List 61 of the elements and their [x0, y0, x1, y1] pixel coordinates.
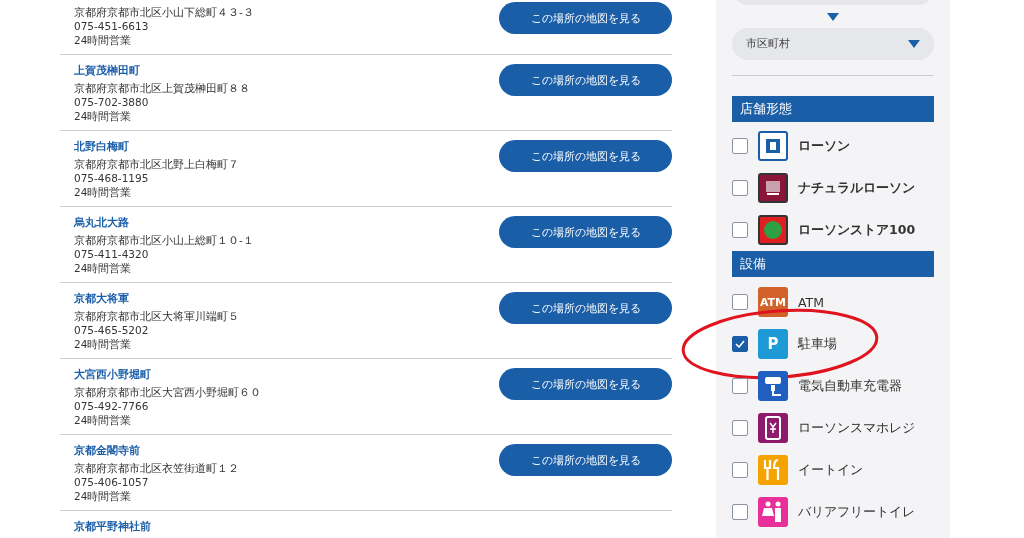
- store-name[interactable]: 京都金閣寺前: [74, 444, 239, 457]
- store-name[interactable]: 北野白梅町: [74, 140, 239, 153]
- map-button[interactable]: この場所の地図を見る: [499, 64, 672, 96]
- caret-icon: [908, 40, 920, 48]
- option-label: ローソンストア100: [798, 221, 916, 239]
- map-button[interactable]: この場所の地図を見る: [499, 292, 672, 324]
- store-name[interactable]: 上賀茂榊田町: [74, 64, 250, 77]
- option-label: ナチュラルローソン: [798, 179, 915, 197]
- store-phone: 075-468-1195: [74, 172, 150, 185]
- store-name[interactable]: 京都平野神社前: [74, 520, 151, 533]
- map-button[interactable]: この場所の地図を見る: [499, 444, 672, 476]
- store-address: 京都府京都市北区衣笠街道町１２: [74, 462, 239, 475]
- store-name[interactable]: 烏丸北大路: [74, 216, 254, 229]
- store-name[interactable]: 京都大将軍: [74, 292, 239, 305]
- down-arrow-icon: [827, 13, 839, 21]
- store-address: 京都府京都市北区小山上総町１０-１: [74, 234, 254, 247]
- checkbox[interactable]: [732, 180, 748, 196]
- store-phone: 075-492-7766: [74, 400, 150, 413]
- store-hours: 24時間営業: [74, 338, 133, 351]
- map-button[interactable]: この場所の地図を見る: [499, 2, 672, 34]
- store-phone: 075-451-6613: [74, 20, 150, 33]
- checkbox[interactable]: [732, 222, 748, 238]
- map-button[interactable]: この場所の地図を見る: [499, 140, 672, 172]
- store-hours: 24時間営業: [74, 110, 133, 123]
- icon-text: ATM: [759, 295, 787, 309]
- store-phone: 075-406-1057: [74, 476, 150, 489]
- option-label: ATM: [798, 294, 824, 310]
- city-select[interactable]: 市区町村: [732, 28, 934, 60]
- store-phone: 075-411-4320: [74, 248, 150, 261]
- store-phone: 075-465-5202: [74, 324, 150, 337]
- store-hours: 24時間営業: [74, 186, 133, 199]
- store-address: 京都府京都市北区大将軍川端町５: [74, 310, 239, 323]
- option-label: 駐車場: [798, 335, 837, 353]
- option-label: ローソン: [798, 137, 850, 155]
- section-header: 設備: [732, 251, 934, 277]
- store-hours: 24時間営業: [74, 414, 133, 427]
- checkbox[interactable]: [732, 504, 748, 520]
- checkbox[interactable]: [732, 336, 748, 352]
- option-label: 電気自動車充電器: [798, 377, 902, 395]
- checkbox[interactable]: [732, 420, 748, 436]
- option-label: ローソンスマホレジ: [798, 419, 915, 437]
- store-phone: 075-702-3880: [74, 96, 150, 109]
- icon-text: P: [767, 335, 779, 353]
- store-name[interactable]: 大宮西小野堀町: [74, 368, 261, 381]
- option-label: イートイン: [798, 461, 863, 479]
- checkbox[interactable]: [732, 462, 748, 478]
- option-label: バリアフリートイレ: [798, 503, 915, 521]
- store-hours: 24時間営業: [74, 34, 133, 47]
- checkbox[interactable]: [732, 138, 748, 154]
- map-button[interactable]: この場所の地図を見る: [499, 216, 672, 248]
- check-icon: [735, 340, 745, 348]
- map-button[interactable]: この場所の地図を見る: [499, 368, 672, 400]
- checkbox[interactable]: [732, 294, 748, 310]
- checkbox[interactable]: [732, 378, 748, 394]
- store-hours: 24時間営業: [74, 262, 133, 275]
- store-address: 京都府京都市北区大宮西小野堀町６０: [74, 386, 261, 399]
- store-hours: 24時間営業: [74, 490, 133, 503]
- store-address: 京都府京都市北区北野上白梅町７: [74, 158, 239, 171]
- section-header: 店舗形態: [732, 96, 934, 122]
- store-address: 京都府京都市北区小山下総町４３-３: [74, 6, 254, 19]
- store-address: 京都府京都市北区上賀茂榊田町８８: [74, 82, 250, 95]
